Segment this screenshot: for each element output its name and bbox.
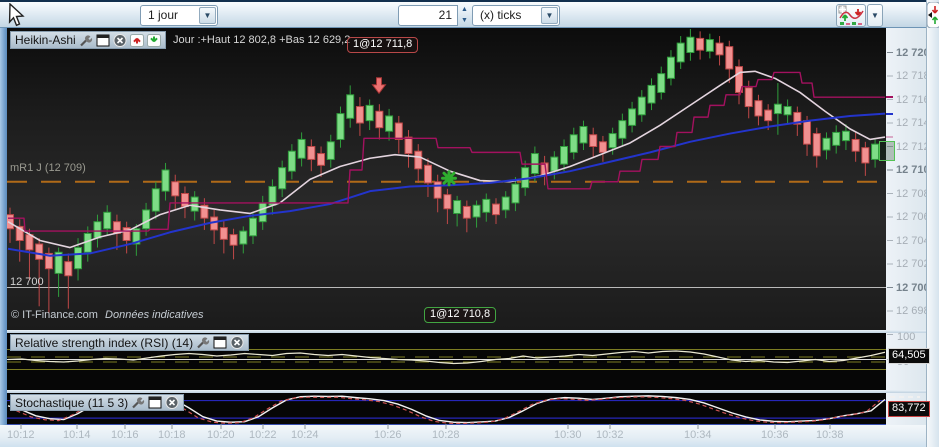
- sell-order-label[interactable]: 1@12 711,8: [347, 37, 419, 53]
- units-select[interactable]: (x) ticks ▼: [472, 5, 560, 26]
- chart-style-button[interactable]: [836, 4, 866, 27]
- price-axis-label: 12 710: [896, 164, 930, 176]
- rsi-axis-100: 100: [897, 331, 916, 343]
- rsi-title: Relative strength index (RSI) (14): [15, 335, 194, 350]
- main-chart-title: Heikin-Ashi: [15, 33, 76, 47]
- stochastic-header[interactable]: Stochastique (11 5 3): [10, 394, 185, 411]
- price-axis-label: 12 714: [896, 117, 930, 129]
- price-axis-label: 12 702: [896, 258, 930, 270]
- ticks-count-stepper[interactable]: ▲ ▼: [458, 5, 471, 26]
- price-axis-label: 12 712: [896, 140, 930, 153]
- spin-up-icon[interactable]: ▲: [458, 5, 471, 16]
- detach-window-icon[interactable]: [148, 396, 162, 409]
- expand-panel-icon[interactable]: [927, 2, 939, 28]
- chevron-down-icon: ▼: [871, 11, 879, 20]
- price-axis-label: 12 720: [896, 46, 930, 59]
- settings-wrench-icon[interactable]: [131, 396, 145, 409]
- close-icon[interactable]: [230, 336, 244, 349]
- chart-canvas[interactable]: [0, 0, 939, 447]
- level-12700-label: 12 700: [10, 276, 44, 288]
- sell-arrow-button[interactable]: [129, 33, 144, 47]
- detach-window-icon[interactable]: [96, 34, 110, 47]
- copyright-brand: © IT-Finance.com: [11, 309, 98, 321]
- price-axis-label: 12 708: [896, 187, 930, 200]
- price-axis-label: 12 698: [896, 305, 930, 317]
- copyright-text: © IT-Finance.com Données indicatives: [11, 309, 203, 321]
- settings-wrench-icon[interactable]: [196, 336, 210, 349]
- chevron-down-icon: ▼: [203, 11, 212, 20]
- close-icon[interactable]: [113, 33, 127, 47]
- stochastic-value-badge: 83,772: [888, 401, 930, 417]
- last-price-axis-marker: [879, 141, 895, 161]
- price-axis-label: 12 716: [896, 93, 930, 106]
- copyright-note: Données indicatives: [105, 309, 204, 321]
- price-axis-label: 12 704: [896, 234, 930, 247]
- day-high-low-info: Jour :+Haut 12 802,8 +Bas 12 629,2: [173, 34, 351, 46]
- chart-style-icon: [838, 5, 864, 25]
- units-value: (x) ticks: [480, 8, 522, 22]
- price-axis-label: 12 718: [896, 70, 930, 82]
- units-dropdown-button[interactable]: ▼: [541, 7, 558, 24]
- buy-order-label[interactable]: 1@12 710,8: [424, 307, 497, 323]
- buy-arrow-button[interactable]: [146, 33, 161, 47]
- price-axis-label: 12 700: [896, 281, 930, 294]
- chevron-down-icon: ▼: [545, 11, 554, 20]
- rsi-value-badge: 64,505: [888, 348, 930, 364]
- close-icon[interactable]: [165, 396, 179, 409]
- ticks-count-input[interactable]: 21: [398, 5, 458, 26]
- timeframe-select[interactable]: 1 jour ▼: [140, 5, 218, 26]
- mouse-cursor-icon: [8, 3, 25, 27]
- spin-down-icon[interactable]: ▼: [458, 16, 471, 27]
- rsi-header[interactable]: Relative strength index (RSI) (14): [10, 334, 250, 351]
- trading-app-window: 1 jour ▼ 21 ▲ ▼ (x) ticks ▼ ▼ 10:12 10:1…: [0, 0, 939, 447]
- price-axis-label: 12 706: [896, 211, 930, 223]
- collapsed-side-panel[interactable]: [926, 0, 939, 447]
- timeframe-value: 1 jour: [148, 8, 179, 22]
- stochastic-title: Stochastique (11 5 3): [15, 395, 129, 410]
- pivot-r1-label: mR1 J (12 709): [10, 162, 86, 174]
- timeframe-dropdown-button[interactable]: ▼: [199, 7, 216, 24]
- main-chart-header[interactable]: Heikin-Ashi: [10, 31, 166, 49]
- top-toolbar: 1 jour ▼ 21 ▲ ▼ (x) ticks ▼ ▼: [0, 0, 939, 28]
- settings-wrench-icon[interactable]: [79, 34, 93, 47]
- chart-style-dropdown-button[interactable]: ▼: [867, 4, 883, 27]
- detach-window-icon[interactable]: [213, 336, 227, 349]
